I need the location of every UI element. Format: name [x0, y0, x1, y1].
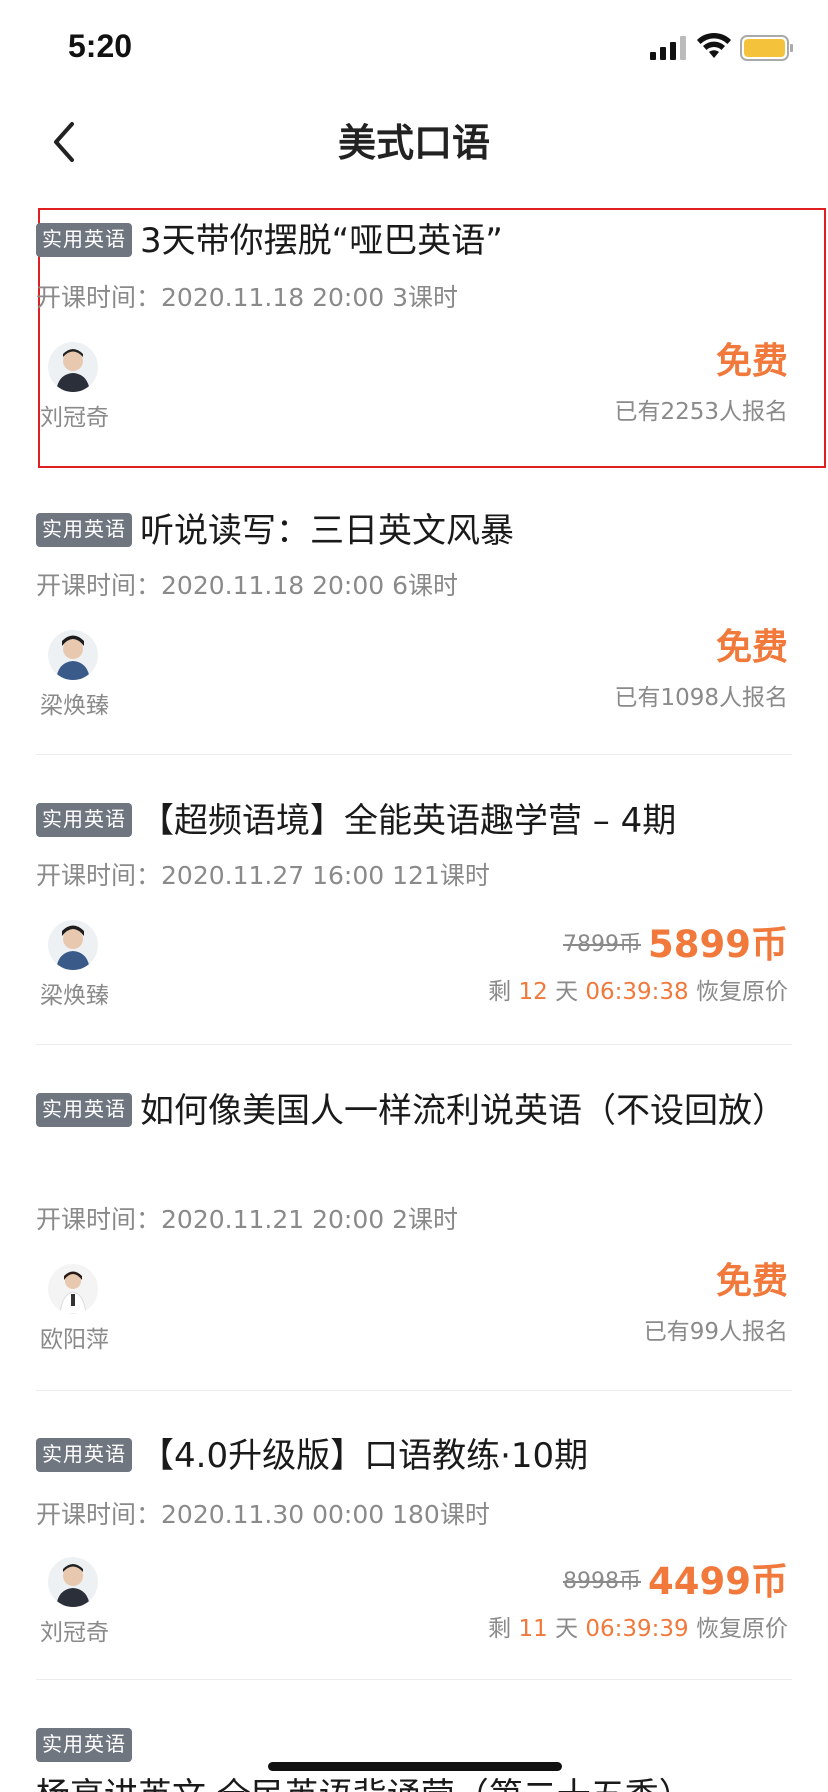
course-title: 杨亮讲英文·全民英语背诵营（第二十五季）	[36, 1776, 693, 1792]
category-tag: 实用英语	[36, 223, 132, 257]
teacher-avatar	[48, 1264, 98, 1314]
teacher-avatar	[48, 920, 98, 970]
divider	[36, 1679, 792, 1680]
teacher-avatar	[48, 1557, 98, 1607]
course-schedule: 开课时间：2020.11.30 00:00 180课时	[36, 1495, 490, 1531]
course-price: 免费	[715, 627, 788, 668]
lesson-count: 121课时	[392, 861, 490, 890]
divider	[36, 1044, 792, 1045]
divider	[36, 1390, 792, 1391]
teacher-name: 欧阳萍	[40, 1327, 109, 1353]
course-title-line: 实用英语 如何像美国人一样流利说英语（不设回放）	[36, 1086, 788, 1136]
nav-bar: 美式口语	[0, 100, 828, 200]
teacher-name: 梁焕臻	[40, 693, 109, 719]
signal-icon	[650, 36, 686, 60]
countdown-day-unit: 天	[555, 1616, 579, 1642]
course-card[interactable]: 实用英语 听说读写：三日英文风暴 开课时间：2020.11.18 20:00 6课…	[0, 490, 828, 780]
course-schedule: 开课时间：2020.11.21 20:00 2课时	[36, 1200, 458, 1236]
original-price: 7899币	[563, 932, 641, 957]
countdown-prefix: 剩	[488, 979, 512, 1005]
course-title-line: 实用英语 3天带你摆脱“哑巴英语”	[36, 216, 788, 266]
countdown-suffix: 恢复原价	[696, 979, 788, 1005]
course-price: 5899币	[648, 923, 788, 966]
course-card[interactable]: 实用英语 【超频语境】全能英语趣学营 – 4期 开课时间：2020.11.27 1…	[0, 780, 828, 1070]
course-schedule: 开课时间：2020.11.27 16:00 121课时	[36, 856, 490, 892]
course-schedule: 开课时间：2020.11.18 20:00 6课时	[36, 566, 458, 602]
lesson-count: 2课时	[392, 1205, 459, 1234]
course-title-line: 实用英语杨亮讲英文·全民英语背诵营（第二十五季）	[36, 1721, 788, 1792]
start-time: 2020.11.30 00:00	[161, 1500, 385, 1529]
course-title-line: 实用英语 【超频语境】全能英语趣学营 – 4期	[36, 796, 788, 846]
discount-countdown: 剩 12 天 06:39:38 恢复原价	[488, 972, 788, 1006]
course-card[interactable]: 实用英语杨亮讲英文·全民英语背诵营（第二十五季）	[0, 1705, 828, 1792]
course-title: 【超频语境】全能英语趣学营 – 4期	[140, 801, 677, 841]
lesson-count: 6课时	[392, 571, 459, 600]
divider	[36, 754, 792, 755]
countdown-time: 06:39:39	[585, 1616, 689, 1642]
lesson-count: 3课时	[392, 283, 459, 312]
course-card[interactable]: 实用英语 如何像美国人一样流利说英语（不设回放） 开课时间：2020.11.21 …	[0, 1070, 828, 1415]
teacher-avatar	[48, 630, 98, 680]
countdown-days: 12	[518, 979, 548, 1005]
course-title-line: 实用英语 听说读写：三日英文风暴	[36, 506, 788, 556]
course-title: 【4.0升级版】口语教练·10期	[140, 1436, 589, 1476]
original-price: 8998币	[563, 1569, 641, 1594]
course-price: 4499币	[648, 1560, 788, 1603]
category-tag: 实用英语	[36, 1728, 132, 1762]
course-title: 如何像美国人一样流利说英语（不设回放）	[140, 1091, 786, 1131]
enroll-count: 已有99人报名	[643, 1319, 788, 1345]
category-tag: 实用英语	[36, 1438, 132, 1472]
course-schedule: 开课时间：2020.11.18 20:00 3课时	[36, 278, 458, 314]
course-price: 免费	[715, 341, 788, 382]
countdown-time: 06:39:38	[585, 979, 689, 1005]
teacher-name: 梁焕臻	[40, 983, 109, 1009]
start-time: 2020.11.21 20:00	[161, 1205, 385, 1234]
countdown-prefix: 剩	[488, 1616, 512, 1642]
countdown-day-unit: 天	[555, 979, 579, 1005]
status-time: 5:20	[68, 28, 133, 64]
course-title: 3天带你摆脱“哑巴英语”	[140, 221, 503, 261]
start-time: 2020.11.27 16:00	[161, 861, 385, 890]
enroll-count: 已有1098人报名	[614, 685, 788, 711]
start-label: 开课时间：	[36, 1205, 162, 1234]
course-card[interactable]: 实用英语 3天带你摆脱“哑巴英语” 开课时间：2020.11.18 20:00 3…	[0, 200, 828, 480]
teacher-name: 刘冠奇	[40, 1620, 109, 1646]
discount-countdown: 剩 11 天 06:39:39 恢复原价	[488, 1609, 788, 1643]
enroll-count: 已有2253人报名	[614, 399, 788, 425]
start-time: 2020.11.18 20:00	[161, 571, 385, 600]
status-bar: 5:20	[0, 0, 828, 100]
battery-icon	[740, 35, 793, 61]
category-tag: 实用英语	[36, 803, 132, 837]
start-label: 开课时间：	[36, 1500, 162, 1529]
teacher-name: 刘冠奇	[40, 405, 109, 431]
start-time: 2020.11.18 20:00	[161, 283, 385, 312]
start-label: 开课时间：	[36, 861, 162, 890]
course-price: 免费	[715, 1261, 788, 1302]
page-title: 美式口语	[337, 121, 490, 165]
countdown-days: 11	[518, 1616, 548, 1642]
home-indicator[interactable]	[268, 1762, 562, 1771]
course-card[interactable]: 实用英语 【4.0升级版】口语教练·10期 开课时间：2020.11.30 00:…	[0, 1415, 828, 1705]
category-tag: 实用英语	[36, 513, 132, 547]
teacher-avatar	[48, 342, 98, 392]
category-tag: 实用英语	[36, 1093, 132, 1127]
start-label: 开课时间：	[36, 571, 162, 600]
lesson-count: 180课时	[392, 1500, 490, 1529]
countdown-suffix: 恢复原价	[696, 1616, 788, 1642]
wifi-icon	[697, 32, 731, 58]
course-title-line: 实用英语 【4.0升级版】口语教练·10期	[36, 1431, 788, 1481]
start-label: 开课时间：	[36, 283, 162, 312]
course-title: 听说读写：三日英文风暴	[140, 511, 514, 551]
